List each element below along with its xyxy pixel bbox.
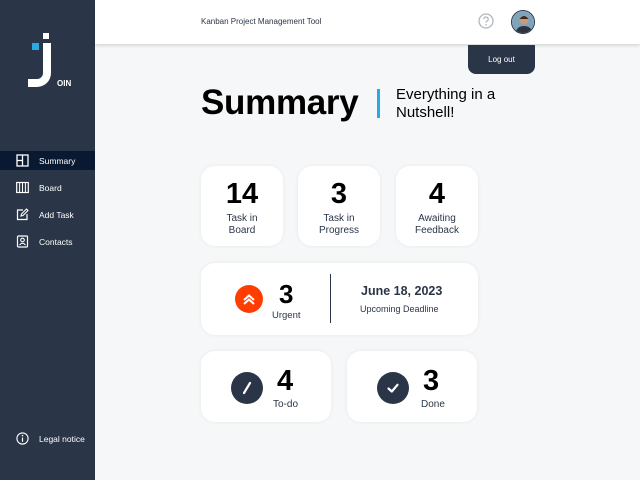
question-circle-icon[interactable] (478, 13, 494, 29)
stat-label: Task in Board (226, 213, 257, 237)
sidebar-item-summary[interactable]: Summary (0, 151, 95, 170)
stat-label-line1: Awaiting (418, 213, 456, 224)
stat-label-line2: Feedback (415, 225, 459, 236)
stat-value: 14 (225, 178, 259, 210)
legal-notice-label: Legal notice (39, 433, 85, 444)
contacts-icon (16, 235, 29, 248)
logout-button[interactable]: Log out (468, 45, 535, 74)
done-label: Done (421, 399, 445, 410)
stat-label: Task in Progress (319, 213, 359, 237)
todo-count: 4 (277, 365, 294, 397)
logo-text: OIN (57, 79, 71, 88)
todo-card[interactable]: 4 To-do (201, 351, 331, 422)
tasks-in-board-card[interactable]: 14 Task in Board (201, 166, 283, 246)
summary-icon (16, 154, 29, 167)
urgent-count: 3 (279, 279, 294, 309)
edit-icon (16, 208, 29, 221)
sidebar-item-label: Summary (39, 155, 76, 166)
check-icon (377, 372, 409, 404)
page-subtitle: Everything in a Nutshell! (396, 86, 496, 121)
stat-value: 4 (428, 178, 446, 210)
sidebar: OIN Summary Board Add Task Contacts Lega… (0, 0, 95, 480)
stat-label-line1: Task in (323, 213, 355, 224)
sidebar-item-label: Board (39, 182, 62, 193)
stat-label: Awaiting Feedback (415, 213, 459, 237)
stat-value: 3 (330, 178, 348, 210)
done-card[interactable]: 3 Done (347, 351, 477, 422)
todo-label: To-do (273, 399, 299, 410)
deadline-label: Upcoming Deadline (360, 304, 439, 314)
awaiting-feedback-card[interactable]: 4 Awaiting Feedback (396, 166, 478, 246)
avatar[interactable] (511, 10, 535, 34)
double-chevron-up-icon (235, 285, 263, 313)
info-icon (16, 432, 29, 445)
card-divider (330, 274, 331, 323)
user-avatar-image (512, 11, 534, 33)
urgent-label: Urgent (272, 310, 301, 321)
done-count: 3 (423, 365, 440, 397)
stat-label-line1: Task in (226, 213, 258, 224)
top-header: Kanban Project Management Tool (95, 0, 640, 44)
page-title: Summary (201, 83, 359, 122)
sidebar-item-label: Add Task (39, 209, 74, 220)
pencil-icon (231, 372, 263, 404)
sidebar-item-add-task[interactable]: Add Task (0, 205, 95, 224)
sidebar-item-board[interactable]: Board (0, 178, 95, 197)
urgent-card[interactable]: 3 Urgent June 18, 2023 Upcoming Deadline (201, 263, 478, 335)
sidebar-item-contacts[interactable]: Contacts (0, 232, 95, 251)
deadline-date: June 18, 2023 (361, 284, 443, 298)
sidebar-nav: Summary Board Add Task Contacts (0, 151, 95, 259)
stat-label-line2: Progress (318, 225, 359, 236)
sidebar-item-label: Contacts (39, 236, 73, 247)
join-logo[interactable]: OIN (24, 33, 74, 91)
stat-label-line2: Board (228, 225, 256, 236)
board-icon (16, 181, 29, 194)
header-title: Kanban Project Management Tool (201, 17, 322, 26)
tasks-in-progress-card[interactable]: 3 Task in Progress (298, 166, 380, 246)
title-divider (377, 89, 380, 118)
legal-notice-link[interactable]: Legal notice (16, 432, 85, 445)
